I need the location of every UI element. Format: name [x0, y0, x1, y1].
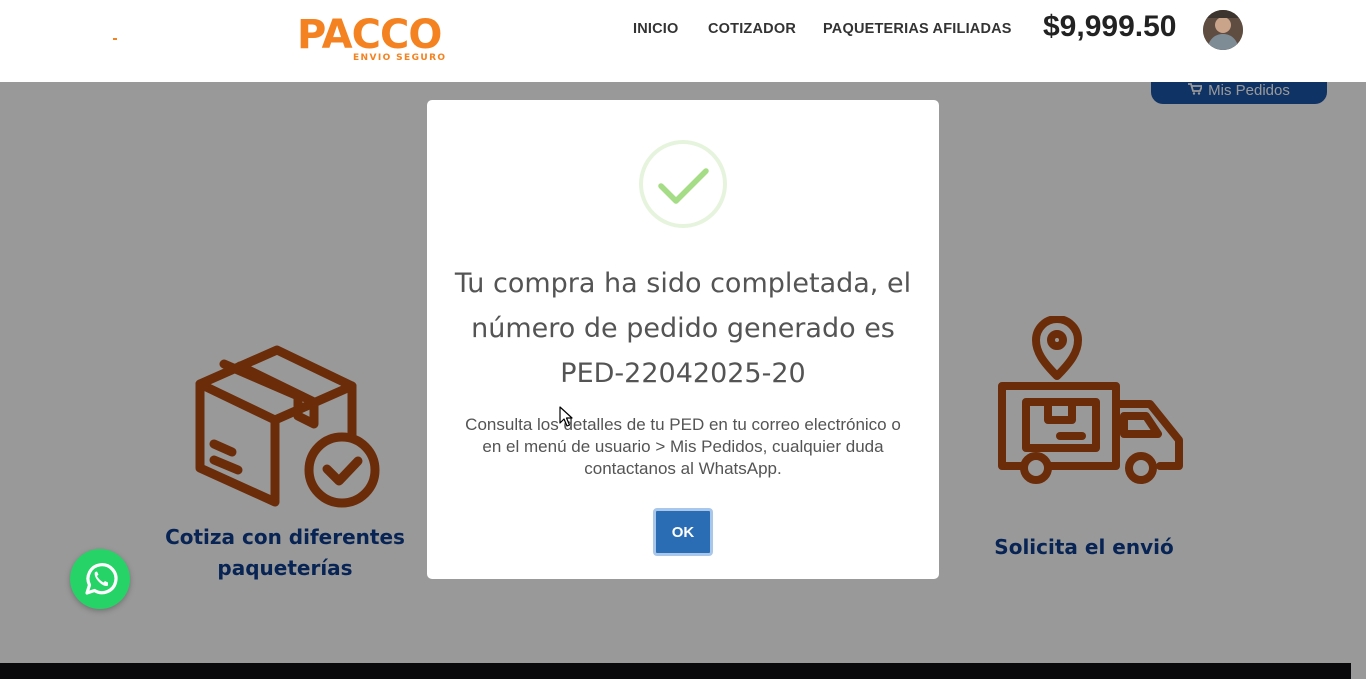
whatsapp-button[interactable]: [70, 549, 130, 609]
success-dialog: Tu compra ha sido completada, el número …: [427, 100, 939, 579]
account-balance: $9,999.50: [1043, 10, 1177, 43]
decorative-mark: [113, 38, 117, 40]
user-avatar[interactable]: [1203, 10, 1243, 50]
mouse-cursor-icon: [559, 406, 573, 427]
ok-button[interactable]: OK: [653, 508, 713, 556]
avatar-photo: [1203, 10, 1243, 50]
success-check-icon: [639, 140, 727, 228]
logo-wordmark: PACCO: [297, 12, 442, 58]
nav-item-paqueterias-afiliadas[interactable]: PAQUETERIAS AFILIADAS: [823, 21, 1012, 37]
dialog-message: Consulta los detalles de tu PED en tu co…: [465, 415, 901, 478]
nav-item-inicio[interactable]: INICIO: [633, 21, 679, 37]
logo-tagline: ENVIO SEGURO: [353, 53, 447, 63]
pacco-logo[interactable]: PACCO ENVIO SEGURO: [297, 12, 457, 66]
site-header: PACCO ENVIO SEGURO INICIO COTIZADOR PAQU…: [0, 0, 1366, 82]
nav-item-cotizador[interactable]: COTIZADOR: [708, 21, 796, 37]
dialog-title: Tu compra ha sido completada, el número …: [454, 268, 912, 389]
whatsapp-icon: [85, 563, 118, 595]
